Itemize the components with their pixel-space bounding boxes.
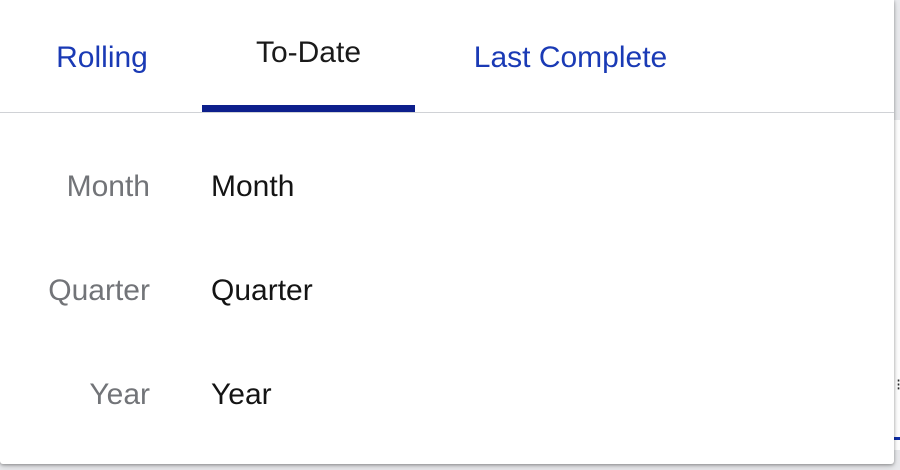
option-quarter-label: Quarter (48, 274, 150, 307)
tab-last-complete-label: Last Complete (473, 41, 668, 74)
tab-to-date-label: To-Date (255, 36, 362, 69)
tab-rolling[interactable]: Rolling (24, 0, 180, 112)
option-year-value[interactable]: Year (211, 378, 272, 412)
option-year[interactable]: Year Year (0, 365, 894, 425)
period-type-tabs: Rolling To-Date Last Complete (0, 0, 894, 113)
option-month-value[interactable]: Month (211, 170, 294, 204)
option-month[interactable]: Month Month (0, 157, 894, 217)
option-month-label: Month (66, 170, 150, 203)
more-vertical-icon: ⁝ (896, 378, 900, 412)
tab-to-date[interactable]: To-Date (202, 0, 415, 112)
option-quarter[interactable]: Quarter Quarter (0, 261, 894, 321)
tab-last-complete[interactable]: Last Complete (438, 0, 703, 112)
tab-rolling-label: Rolling (56, 41, 148, 74)
option-quarter-value[interactable]: Quarter (211, 274, 313, 308)
option-year-label: Year (89, 378, 150, 411)
period-picker-popover: Rolling To-Date Last Complete Month Mont… (0, 0, 894, 464)
